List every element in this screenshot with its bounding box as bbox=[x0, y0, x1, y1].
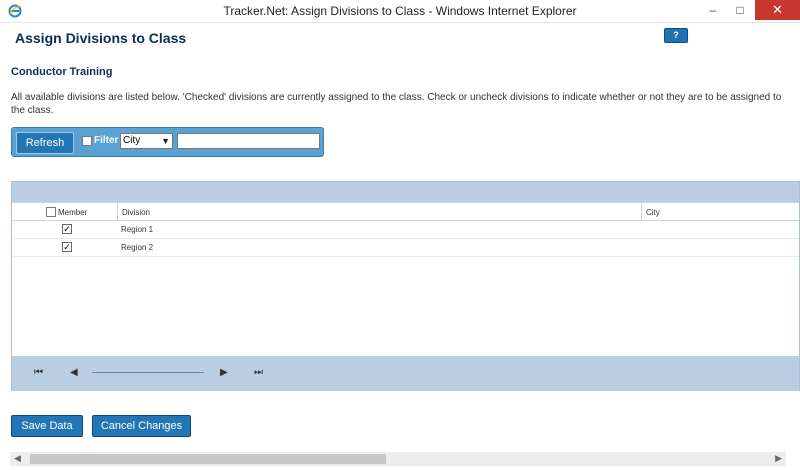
next-page-icon[interactable]: ▶ bbox=[220, 367, 228, 379]
division-name: Region 2 bbox=[121, 243, 154, 252]
column-separator bbox=[117, 203, 118, 221]
column-header-city[interactable]: City bbox=[646, 208, 660, 217]
column-separator bbox=[641, 203, 642, 221]
window-titlebar: Tracker.Net: Assign Divisions to Class -… bbox=[0, 0, 800, 23]
filter-toolbar: Refresh Filter City ▼ bbox=[11, 127, 324, 157]
scrollbar-thumb[interactable] bbox=[30, 454, 386, 464]
refresh-button[interactable]: Refresh bbox=[16, 132, 74, 154]
member-checkbox[interactable]: ✓ bbox=[62, 242, 72, 252]
help-icon: ? bbox=[673, 30, 679, 40]
select-all-checkbox[interactable] bbox=[46, 207, 56, 217]
class-name: Conductor Training bbox=[11, 66, 113, 78]
table-row[interactable]: ✓ Region 1 bbox=[12, 221, 799, 239]
member-checkbox[interactable]: ✓ bbox=[62, 224, 72, 234]
scroll-right-icon[interactable]: ▶ bbox=[775, 453, 782, 464]
page-slider[interactable] bbox=[92, 372, 204, 373]
maximize-button[interactable]: □ bbox=[727, 0, 753, 20]
page-title: Assign Divisions to Class bbox=[15, 30, 187, 46]
divisions-grid: Member Division City ✓ Region 1 ✓ Region… bbox=[11, 181, 800, 391]
check-icon: ✓ bbox=[63, 224, 71, 234]
horizontal-scrollbar[interactable]: ◀ ▶ bbox=[10, 452, 786, 466]
scroll-left-icon[interactable]: ◀ bbox=[14, 453, 21, 464]
check-icon: ✓ bbox=[63, 242, 71, 252]
cancel-changes-button[interactable]: Cancel Changes bbox=[92, 415, 191, 437]
save-data-button[interactable]: Save Data bbox=[11, 415, 83, 437]
column-header-member[interactable]: Member bbox=[58, 208, 87, 217]
prev-page-icon[interactable]: ◀ bbox=[70, 367, 78, 379]
table-row[interactable]: ✓ Region 2 bbox=[12, 239, 799, 257]
help-button[interactable]: ? bbox=[664, 28, 688, 43]
filter-value-input[interactable] bbox=[177, 133, 320, 149]
division-name: Region 1 bbox=[121, 225, 154, 234]
grid-header: Member Division City bbox=[12, 202, 799, 221]
window-title: Tracker.Net: Assign Divisions to Class -… bbox=[223, 4, 577, 18]
chevron-down-icon: ▼ bbox=[161, 136, 170, 146]
first-page-icon[interactable]: ⏮ bbox=[34, 367, 43, 379]
filter-checkbox[interactable] bbox=[82, 136, 92, 146]
grid-pager: ⏮ ◀ ▶ ⏭ bbox=[12, 356, 799, 391]
filter-label: Filter bbox=[94, 135, 119, 146]
filter-field-select[interactable]: City ▼ bbox=[120, 133, 173, 149]
grid-group-band bbox=[12, 182, 799, 202]
column-header-division[interactable]: Division bbox=[122, 208, 150, 217]
filter-field-value: City bbox=[123, 135, 141, 146]
close-button[interactable]: ✕ bbox=[755, 0, 800, 20]
minimize-button[interactable]: – bbox=[700, 0, 726, 20]
instructions-text: All available divisions are listed below… bbox=[11, 92, 782, 116]
last-page-icon[interactable]: ⏭ bbox=[254, 367, 263, 379]
